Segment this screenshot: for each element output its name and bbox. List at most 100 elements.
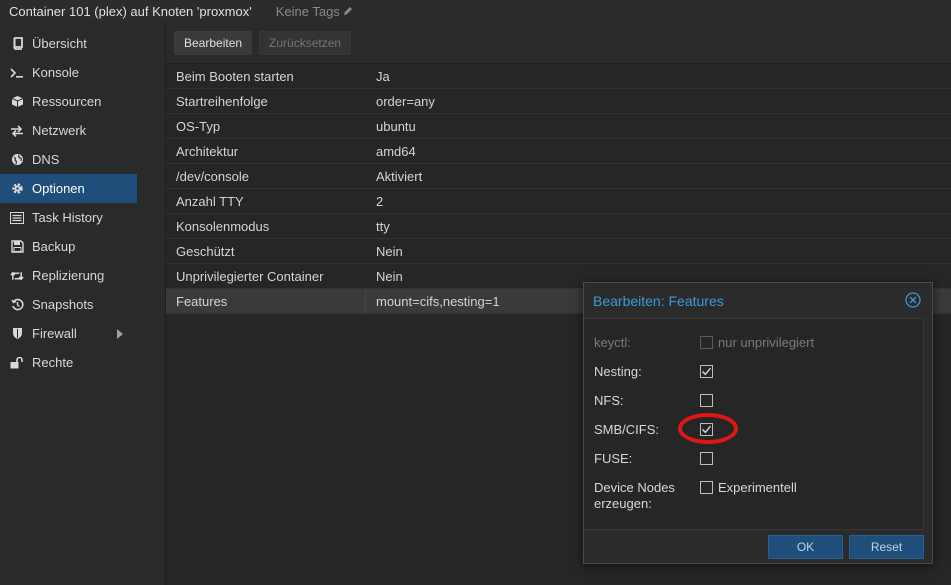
table-row[interactable]: Beim Booten starten Ja — [166, 64, 951, 89]
sidebar-item-label: Optionen — [32, 181, 85, 196]
sidebar-item-netzwerk[interactable]: Netzwerk — [0, 116, 137, 145]
keyctl-label: keyctl: — [594, 335, 631, 350]
sidebar-item-uebersicht[interactable]: Übersicht — [0, 29, 137, 58]
table-row[interactable]: Konsolenmodus tty — [166, 214, 951, 239]
list-icon — [10, 211, 24, 225]
option-key: Features — [166, 288, 366, 314]
fuse-label: FUSE: — [594, 451, 633, 466]
nesting-checkbox[interactable] — [700, 365, 713, 378]
option-key: Konsolenmodus — [176, 218, 270, 234]
check-icon — [702, 367, 712, 376]
shield-icon — [10, 327, 24, 341]
option-key: Architektur — [176, 143, 239, 159]
nesting-label: Nesting: — [594, 364, 642, 379]
sidebar-item-label: Firewall — [32, 326, 77, 341]
table-row[interactable]: /dev/console Aktiviert — [166, 164, 951, 189]
keyctl-row: keyctl: nur unprivilegiert — [594, 335, 814, 351]
table-row[interactable]: Architektur amd64 — [166, 139, 951, 164]
option-key: Anzahl TTY — [176, 193, 244, 209]
sidebar-item-dns[interactable]: DNS — [0, 145, 137, 174]
option-key: Unprivilegierter Container — [176, 268, 324, 284]
option-key: /dev/console — [176, 168, 249, 184]
pencil-icon — [343, 7, 352, 15]
devnodes-checkbox[interactable] — [700, 481, 713, 494]
ok-button[interactable]: OK — [768, 534, 843, 559]
devnodes-row: Device Nodes erzeugen: Experimentell — [594, 480, 797, 512]
sidebar-item-snapshots[interactable]: Snapshots — [0, 290, 137, 319]
toolbar: Bearbeiten Zurücksetzen — [166, 22, 951, 64]
option-value: Nein — [376, 243, 403, 259]
option-key: OS-Typ — [176, 118, 221, 134]
option-value: Ja — [376, 68, 390, 84]
sidebar-item-backup[interactable]: Backup — [0, 232, 137, 261]
retweet-icon — [10, 269, 24, 283]
option-key: Beim Booten starten — [176, 68, 294, 84]
dialog-title: Bearbeiten: Features — [593, 292, 724, 309]
devnodes-label: Device Nodes erzeugen: — [594, 480, 675, 511]
table-row[interactable]: Geschützt Nein — [166, 239, 951, 264]
dialog-header: Bearbeiten: Features — [584, 283, 932, 318]
edit-features-dialog: Bearbeiten: Features keyctl: nur unprivi… — [583, 282, 933, 564]
nfs-checkbox[interactable] — [700, 394, 713, 407]
sidebar-item-label: Task History — [32, 210, 103, 225]
option-value: Aktiviert — [376, 168, 423, 184]
sidebar-item-label: Backup — [32, 239, 76, 254]
option-value: tty — [376, 218, 390, 234]
sidebar-item-label: DNS — [32, 152, 60, 167]
option-value: order=any — [376, 93, 435, 109]
sidebar-item-label: Rechte — [32, 355, 74, 370]
table-row[interactable]: Anzahl TTY 2 — [166, 189, 951, 214]
sidebar-item-label: Übersicht — [32, 36, 87, 51]
devnodes-box-label: Experimentell — [718, 480, 797, 495]
option-value: mount=cifs,nesting=1 — [376, 293, 500, 309]
floppy-icon — [10, 240, 24, 254]
fuse-checkbox[interactable] — [700, 452, 713, 465]
table-row[interactable]: OS-Typ ubuntu — [166, 114, 951, 139]
dialog-footer: OK Reset — [584, 530, 932, 563]
sidebar-item-task-history[interactable]: Task History — [0, 203, 137, 232]
fuse-row: FUSE: — [594, 451, 713, 467]
nfs-row: NFS: — [594, 393, 713, 409]
book-icon — [10, 37, 24, 51]
caret-right-icon — [117, 329, 123, 339]
keyctl-box-label: nur unprivilegiert — [718, 335, 815, 350]
options-grid: Beim Booten starten Ja Startreihenfolge or… — [166, 64, 951, 314]
option-value: ubuntu — [376, 118, 416, 134]
option-key: Startreihenfolge — [176, 93, 268, 109]
red-highlight-circle — [678, 413, 738, 444]
dialog-body: keyctl: nur unprivilegiert Nesting: NFS:… — [584, 318, 924, 530]
option-value: Nein — [376, 268, 403, 284]
sidebar-item-konsole[interactable]: Konsole — [0, 58, 137, 87]
dialog-reset-button[interactable]: Reset — [849, 534, 924, 559]
sidebar-item-rechte[interactable]: Rechte — [0, 348, 137, 377]
cube-icon — [10, 95, 24, 109]
nfs-label: NFS: — [594, 393, 624, 408]
gear-icon — [10, 182, 24, 196]
unlock-icon — [10, 356, 24, 370]
globe-icon — [10, 153, 24, 167]
tags-edit[interactable]: Keine Tags — [276, 4, 354, 19]
close-icon[interactable] — [905, 292, 921, 308]
sidebar-item-firewall[interactable]: Firewall — [0, 319, 137, 348]
option-value: amd64 — [376, 143, 416, 159]
sidebar-item-label: Replizierung — [32, 268, 105, 283]
sidebar-item-label: Ressourcen — [32, 94, 102, 109]
page-title: Container 101 (plex) auf Knoten 'proxmox… — [9, 3, 252, 19]
sidebar-item-ressourcen[interactable]: Ressourcen — [0, 87, 137, 116]
history-icon — [10, 298, 24, 312]
title-bar: Container 101 (plex) auf Knoten 'proxmox… — [0, 0, 951, 22]
sidebar-item-label: Snapshots — [32, 297, 94, 312]
keyctl-checkbox[interactable] — [700, 336, 713, 349]
sidebar-item-label: Netzwerk — [32, 123, 87, 138]
reset-button[interactable]: Zurücksetzen — [259, 30, 352, 55]
tags-label: Keine Tags — [275, 3, 340, 19]
sidebar-item-replizierung[interactable]: Replizierung — [0, 261, 137, 290]
option-value: 2 — [376, 193, 384, 209]
terminal-icon — [10, 66, 24, 80]
sidebar-item-optionen[interactable]: Optionen — [0, 174, 137, 203]
edit-button[interactable]: Bearbeiten — [174, 30, 253, 55]
table-row[interactable]: Startreihenfolge order=any — [166, 89, 951, 114]
nesting-row: Nesting: — [594, 364, 713, 380]
option-key: Geschützt — [176, 243, 235, 259]
sidebar: Übersicht Konsole Ressourcen Netzwerk DN… — [0, 22, 166, 585]
